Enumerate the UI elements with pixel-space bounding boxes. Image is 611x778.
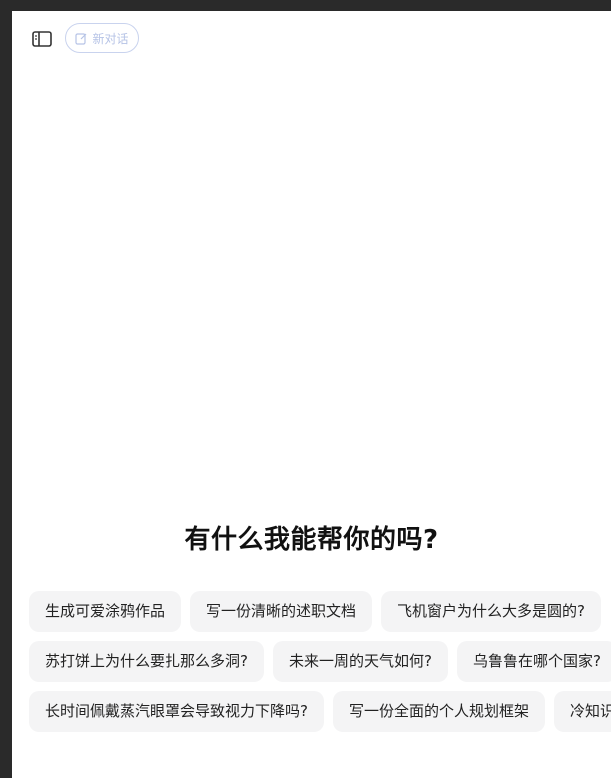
suggestion-chip[interactable]: 乌鲁鲁在哪个国家? (456, 641, 611, 682)
new-chat-label: 新对话 (92, 31, 129, 46)
sidebar-toggle-button[interactable] (30, 27, 54, 51)
suggestion-chip[interactable]: 飞机窗户为什么大多是圆的? (381, 591, 601, 632)
sidebar-toggle-icon (32, 31, 52, 47)
suggestion-chip[interactable]: 长时间佩戴蒸汽眼罩会导致视力下降吗? (29, 691, 324, 732)
edit-icon (75, 32, 88, 45)
page-title: 有什么我能帮你的吗? (184, 525, 439, 555)
suggestion-row-2: 苏打饼上为什么要扎那么多洞? 未来一周的天气如何? 乌鲁鲁在哪个国家? (29, 641, 611, 682)
suggestion-chip[interactable]: 未来一周的天气如何? (272, 641, 448, 682)
suggestion-chip[interactable]: 写一份清晰的述职文档 (190, 591, 373, 632)
suggestion-chip[interactable]: 生成可爱涂鸦作品 (29, 591, 182, 632)
app-window: 新对话 有什么我能帮你的吗? 生成可爱涂鸦作品 写一份清晰的述职文档 飞机窗户为… (12, 11, 611, 778)
suggestion-chip[interactable]: 写一份全面的个人规划框架 (332, 691, 545, 732)
suggestion-chip[interactable]: 苏打饼上为什么要扎那么多洞? (29, 641, 264, 682)
suggestion-row-3: 长时间佩戴蒸汽眼罩会导致视力下降吗? 写一份全面的个人规划框架 冷知识 (29, 691, 611, 732)
suggestion-chip[interactable]: 冷知识 (553, 691, 611, 732)
new-chat-button[interactable]: 新对话 (65, 23, 139, 53)
suggestion-row-1: 生成可爱涂鸦作品 写一份清晰的述职文档 飞机窗户为什么大多是圆的? (29, 591, 601, 632)
top-bar: 新对话 (12, 11, 611, 67)
